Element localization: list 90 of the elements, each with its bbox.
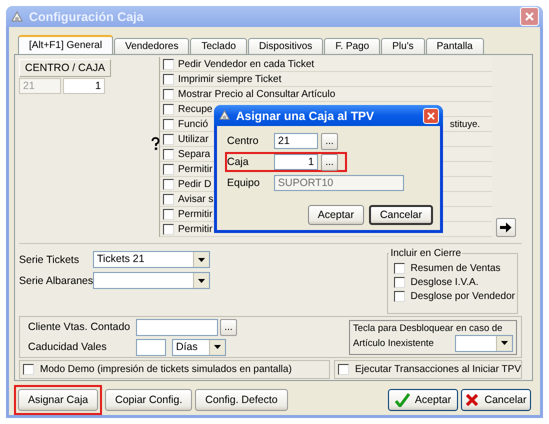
checkbox-label: Desglose I.V.A. xyxy=(410,276,478,288)
option-label: Funció xyxy=(178,118,208,130)
checkbox[interactable] xyxy=(163,134,174,144)
help-icon xyxy=(151,137,160,151)
checkbox[interactable] xyxy=(163,178,174,190)
caducidad-field[interactable] xyxy=(136,338,166,356)
centro-field: 21 xyxy=(19,78,61,94)
series-dropdown[interactable]: Tickets 21 xyxy=(93,251,210,268)
app-icon xyxy=(218,109,231,122)
cross-icon xyxy=(465,393,480,407)
checkbox[interactable] xyxy=(163,148,174,160)
close-icon xyxy=(525,12,534,21)
checkbox[interactable] xyxy=(163,58,174,70)
close-button[interactable] xyxy=(520,7,539,26)
checkbox[interactable] xyxy=(163,88,174,100)
close-button[interactable] xyxy=(423,108,439,124)
input-field[interactable]: 1 xyxy=(274,154,318,170)
unit-dropdown[interactable]: Días xyxy=(172,338,226,356)
check-icon xyxy=(394,393,410,407)
button[interactable]: Config. Defecto xyxy=(195,389,288,411)
option-label: Pedir D xyxy=(178,178,212,190)
desbloquear-label: Tecla para Desbloquear en caso de xyxy=(353,322,504,334)
option-label: Separa xyxy=(178,148,210,160)
checkbox[interactable] xyxy=(163,104,174,114)
checkbox[interactable] xyxy=(163,74,174,84)
checkbox[interactable] xyxy=(163,194,174,204)
checkbox-label: Ejecutar Transacciones al Iniciar TPV xyxy=(354,364,521,375)
button[interactable]: Aceptar xyxy=(388,389,458,411)
series-label: Serie Albaranes xyxy=(19,274,93,286)
key-dropdown[interactable] xyxy=(455,334,513,352)
checkbox[interactable] xyxy=(163,208,174,220)
option-label: Permitir xyxy=(178,164,212,174)
checkbox[interactable] xyxy=(394,276,406,288)
tab[interactable]: Dispositivos xyxy=(248,38,324,54)
button[interactable]: Cancelar xyxy=(368,205,433,225)
tab[interactable]: [Alt+F1] General xyxy=(18,35,114,54)
field-label: Equipo xyxy=(227,177,261,189)
field-label: Caja xyxy=(227,156,250,168)
checkbox[interactable] xyxy=(23,364,34,375)
tab[interactable]: Teclado xyxy=(190,38,247,54)
caret-icon xyxy=(198,278,205,282)
tab[interactable]: Plu's xyxy=(381,38,425,54)
option-label: Utilizar xyxy=(178,134,209,144)
arrow-button[interactable] xyxy=(496,218,516,237)
window-title: Configuración Caja xyxy=(29,10,144,24)
dialog-title: Asignar una Caja al TPV xyxy=(236,108,374,122)
field-label: Cliente Vtas. Contado xyxy=(28,321,132,333)
option-label: Pedir Vendedor en cada Ticket xyxy=(178,58,314,70)
checkbox-label: Modo Demo (impresión de tickets simulados en pantalla) xyxy=(40,364,292,375)
browse-button[interactable]: ... xyxy=(220,318,237,336)
browse-button[interactable]: ... xyxy=(321,154,338,170)
option-label: Permitir xyxy=(178,224,212,234)
close-icon xyxy=(427,112,435,120)
tab[interactable]: Vendedores xyxy=(114,38,190,54)
series-dropdown[interactable] xyxy=(93,272,210,289)
caret-icon xyxy=(198,258,205,262)
centro-caja-heading: CENTRO / CAJA xyxy=(19,59,111,77)
option-label: Imprimir siempre Ticket xyxy=(178,74,282,84)
checkbox-label: Desglose por Vendedor xyxy=(410,290,515,302)
button[interactable]: Cancelar xyxy=(461,389,531,411)
arrow-icon xyxy=(500,222,512,233)
app-icon xyxy=(10,10,24,24)
checkbox[interactable] xyxy=(163,224,174,234)
option-label: Recupe xyxy=(178,104,212,114)
browse-button[interactable]: ... xyxy=(321,132,338,150)
option-label: stituye. xyxy=(450,118,480,130)
input-field[interactable]: 21 xyxy=(274,133,318,149)
button[interactable]: Copiar Config. xyxy=(105,389,192,411)
tab[interactable]: Pantalla xyxy=(426,38,484,54)
option-label: Mostrar Precio al Consultar Artículo xyxy=(178,88,336,100)
option-label: Permitir xyxy=(178,208,212,220)
checkbox[interactable] xyxy=(163,164,174,174)
checkbox[interactable] xyxy=(394,262,406,274)
tab[interactable]: F. Pago xyxy=(324,38,380,54)
series-label: Serie Tickets xyxy=(19,254,80,266)
caret-icon xyxy=(214,345,221,349)
checkbox[interactable] xyxy=(163,118,174,130)
field-label: Caducidad Vales xyxy=(28,341,108,353)
button[interactable]: Aceptar xyxy=(308,205,364,225)
checkbox[interactable] xyxy=(394,290,406,302)
button[interactable]: Asignar Caja xyxy=(18,389,98,411)
checkbox-label: Resumen de Ventas xyxy=(410,262,501,274)
desbloquear-label: Artículo Inexistente xyxy=(353,338,434,348)
caret-icon xyxy=(501,341,508,345)
checkbox[interactable] xyxy=(338,364,349,375)
cliente-field[interactable] xyxy=(136,318,218,336)
field-label: Centro xyxy=(227,135,260,147)
group-title: Incluir en Cierre xyxy=(389,248,462,259)
caja-field: 1 xyxy=(63,78,105,94)
option-label: Avisar s xyxy=(178,194,214,204)
